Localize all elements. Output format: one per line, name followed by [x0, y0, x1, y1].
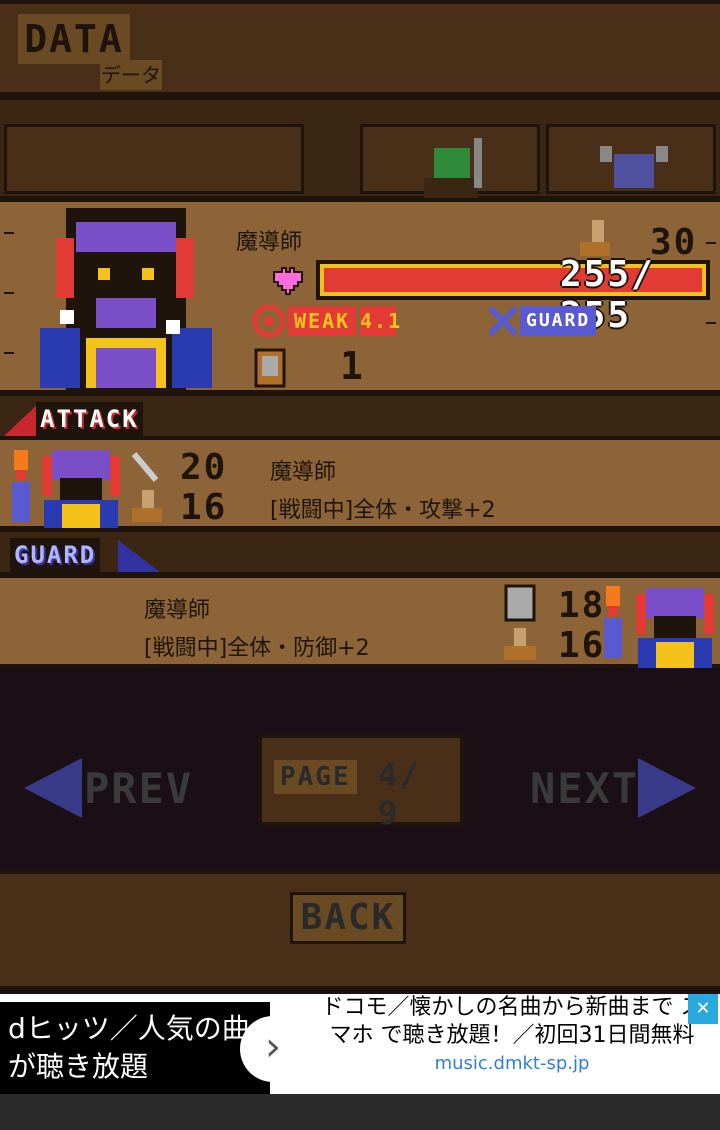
screen-subtitle: データ: [100, 60, 162, 90]
guard-arrow-icon: [118, 540, 160, 572]
ad-body-text: ドコモ／懐かしの名曲から新曲まで スマホ で聴き放題！／初回31日間無料: [321, 995, 703, 1048]
guard-x-icon: [487, 305, 519, 337]
ad-banner[interactable]: dヒッツ／人気の曲が聴き放題 › ドコモ／懐かしの名曲から新曲まで スマホ で聴…: [0, 994, 720, 1094]
prev-button[interactable]: PREV: [84, 764, 193, 813]
guard-label: GUARD: [520, 306, 597, 336]
page-indicator: PAGE 4/ 9: [258, 734, 464, 832]
torch-figure-icon: [604, 586, 622, 658]
nail: [4, 352, 14, 354]
attack-strip: ATTACK: [0, 392, 720, 440]
character-card: 魔導師 30 255/ 255 WEAK 4.1 GUARD 1: [0, 198, 720, 394]
system-nav-bar: [0, 1094, 720, 1130]
shield-boot-icon: [504, 584, 536, 660]
prev-arrow-icon[interactable]: [24, 758, 84, 818]
ad-body[interactable]: ドコモ／懐かしの名曲から新曲まで スマホ で聴き放題！／初回31日間無料 mus…: [312, 994, 712, 1078]
shelf-board: [4, 124, 304, 194]
back-bar: BACK: [0, 870, 720, 990]
nail: [706, 242, 716, 244]
mage-small-icon: [42, 450, 120, 530]
attack-power: 20: [180, 447, 228, 488]
card-icon: [254, 348, 286, 388]
card-count: 1: [340, 344, 365, 388]
demon-sprite-icon: [600, 146, 668, 188]
character-name: 魔導師: [236, 230, 303, 255]
next-arrow-icon[interactable]: [636, 758, 696, 818]
goblin-sprite-icon: [424, 138, 482, 198]
weak-value: 4.1: [360, 306, 400, 336]
ad-headline[interactable]: dヒッツ／人気の曲が聴き放題: [0, 1002, 270, 1094]
heart-icon: [273, 267, 303, 295]
torch-figure-icon: [12, 450, 30, 522]
header-bar: DATA データ: [0, 0, 720, 96]
sword-boot-icon: [131, 452, 162, 522]
attack-card: 20 16 魔導師 [戦闘中]全体・攻撃+2: [0, 436, 720, 530]
nail: [4, 292, 14, 294]
attack-speed: 16: [180, 487, 228, 528]
guard-skill-name: 魔導師: [144, 598, 211, 623]
attack-arrow-icon: [4, 404, 38, 436]
attack-section-label: ATTACK: [36, 402, 143, 436]
back-button[interactable]: BACK: [290, 892, 406, 944]
ad-open-arrow-icon[interactable]: ›: [240, 1016, 306, 1082]
monster-shelf: [0, 96, 720, 200]
ad-url[interactable]: music.dmkt-sp.jp: [312, 1050, 712, 1078]
attack-skill-effect: [戦闘中]全体・攻撃+2: [270, 498, 496, 523]
weak-target-icon: [252, 304, 286, 338]
weak-label: WEAK: [288, 306, 357, 336]
guard-skill-effect: [戦闘中]全体・防御+2: [144, 636, 370, 661]
page-number: 4/ 9: [378, 756, 421, 832]
screen-title: DATA: [18, 14, 130, 64]
page-label: PAGE: [274, 760, 357, 794]
attack-skill-name: 魔導師: [270, 460, 337, 485]
next-button[interactable]: NEXT: [530, 764, 639, 813]
mage-portrait-icon: [40, 208, 212, 394]
ad-close-icon[interactable]: ✕: [688, 994, 718, 1024]
guard-strip: GUARD: [0, 528, 720, 576]
page-navigation: PREV PAGE 4/ 9 NEXT: [0, 668, 720, 868]
nail: [4, 232, 14, 234]
mage-small-icon: [636, 588, 714, 668]
guard-card: 魔導師 [戦闘中]全体・防御+2 18 16: [0, 574, 720, 668]
guard-section-label: GUARD: [10, 538, 101, 572]
